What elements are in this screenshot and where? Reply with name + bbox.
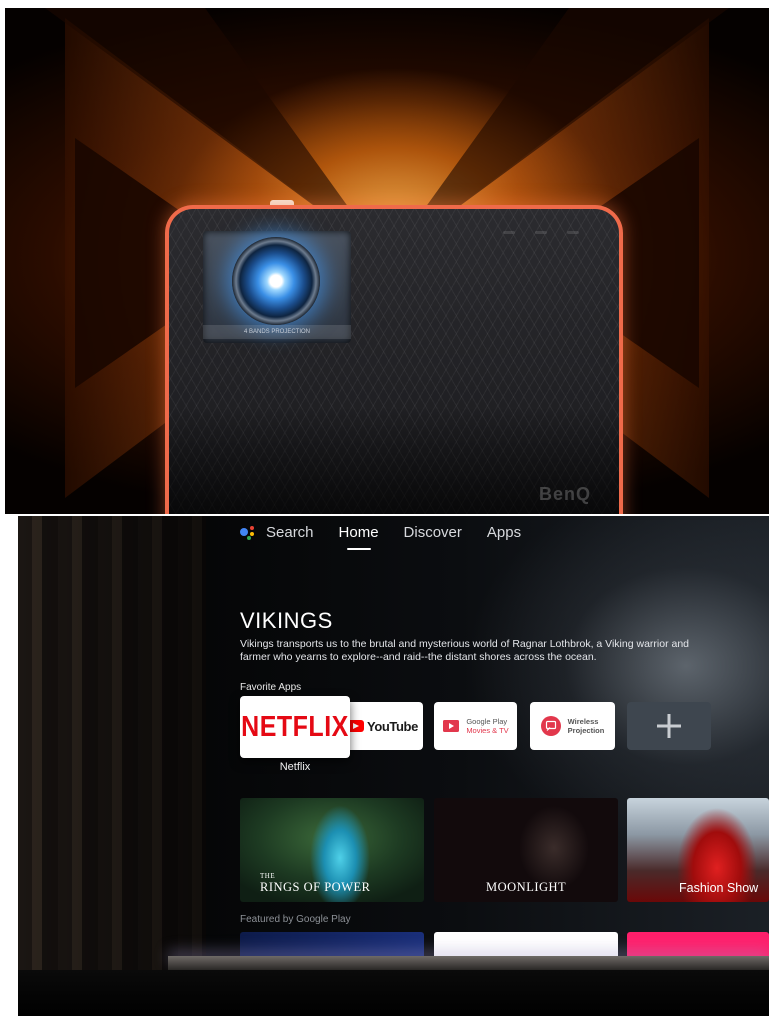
lens-label: 4 BANDS PROJECTION [203,325,351,339]
google-assistant-icon [240,525,258,541]
projector-body: 4 BANDS PROJECTION BenQ [165,205,623,514]
indicator-lights [503,231,579,234]
app-tile-wireless-projection[interactable]: Wireless Projection [530,702,615,750]
poster-fashion-show[interactable]: Fashion Show [627,798,769,902]
floor-shadow [18,970,769,1016]
youtube-text: YouTube [367,718,418,734]
featured-section-label: Featured by Google Play [240,914,351,925]
app-tile-netflix[interactable]: NETFLIX [240,696,350,758]
search-button[interactable]: Search [240,524,314,541]
app-tile-google-play-movies[interactable]: Google Play Movies & TV [434,702,517,750]
favorite-apps-label: Favorite Apps [240,682,302,693]
tab-home[interactable]: Home [339,524,379,550]
netflix-logo: NETFLIX [241,710,349,743]
projector-lens [232,237,320,325]
floor-edge [168,956,769,970]
lens-window: 4 BANDS PROJECTION [203,231,351,343]
tab-discover[interactable]: Discover [404,524,462,541]
top-nav: Search Home Discover Apps [240,524,521,550]
feature-title: VIKINGS [240,608,333,633]
poster-title: THE RINGS OF POWER [260,872,371,895]
google-play-movies-icon [443,720,460,732]
indicator-light [535,231,547,234]
poster-title: Fashion Show [679,881,759,895]
indicator-light [503,231,515,234]
tv-room-scene: Search Home Discover Apps VIKINGS Viking… [18,516,769,1016]
projector-hero-image: 4 BANDS PROJECTION BenQ [5,8,769,514]
plus-icon [657,714,681,738]
poster-title: MOONLIGHT [486,880,567,894]
google-play-line1: Google Play [466,717,508,726]
app-tile-youtube[interactable]: YouTube [342,702,423,750]
indicator-light [567,231,579,234]
search-label: Search [266,524,314,541]
brand-logo: BenQ [538,484,591,504]
wireless-projection-logo: Wireless Projection [540,716,605,736]
tab-apps[interactable]: Apps [487,524,521,541]
feature-description: Vikings transports us to the brutal and … [240,638,690,663]
google-play-movies-logo: Google Play Movies & TV [442,717,509,735]
poster-rings-of-power[interactable]: THE RINGS OF POWER [240,798,424,902]
curtain [18,516,218,1016]
cast-icon [540,716,561,736]
youtube-logo: YouTube [347,719,418,734]
google-play-line2: Movies & TV [466,726,509,735]
wireless-line2: Projection [567,726,605,735]
poster-moonlight[interactable]: MOONLIGHT [434,798,618,902]
wireless-line1: Wireless [567,717,599,726]
selected-app-caption: Netflix [279,761,311,773]
add-app-button[interactable] [627,702,711,750]
